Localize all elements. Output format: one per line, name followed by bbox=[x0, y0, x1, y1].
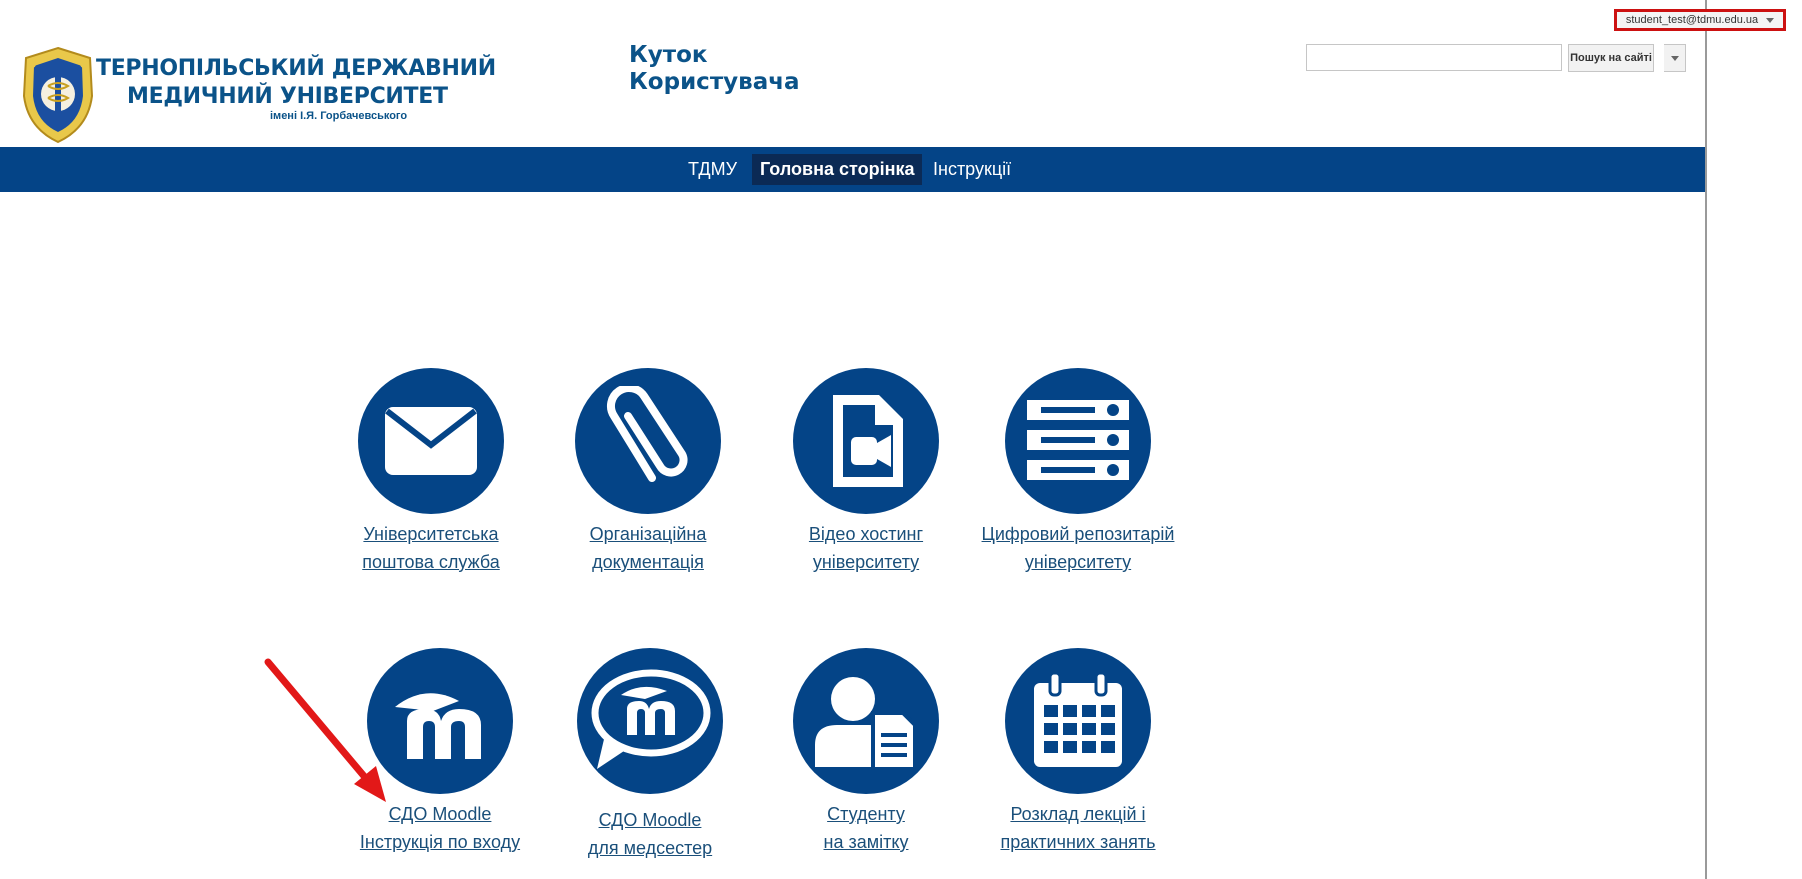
nav-item-home[interactable]: Головна сторінка bbox=[752, 154, 923, 185]
paperclip-icon[interactable] bbox=[575, 368, 721, 514]
chevron-down-icon bbox=[1670, 55, 1679, 61]
tile-moodle-nurses[interactable]: СДО Moodle для медсестер bbox=[535, 648, 765, 862]
tile-repository-link[interactable]: Цифровий репозитарій університету bbox=[963, 520, 1193, 576]
university-name-line1: ТЕРНОПІЛЬСЬКИЙ ДЕРЖАВНИЙ bbox=[96, 56, 496, 81]
tile-video-hosting[interactable]: Відео хостинг університету bbox=[751, 368, 981, 576]
page-title-line2: Користувача bbox=[629, 69, 800, 95]
university-name-line2: МЕДИЧНИЙ УНІВЕРСИТЕТ bbox=[127, 84, 448, 109]
tile-documentation-link[interactable]: Організаційна документація bbox=[533, 520, 763, 576]
chevron-down-icon bbox=[1766, 17, 1775, 23]
main-nav: ТДМУ Головна сторінка Інструкції bbox=[0, 147, 1705, 192]
right-gutter bbox=[1705, 0, 1802, 879]
tile-student-notes-link[interactable]: Студенту на замітку bbox=[751, 800, 981, 856]
search-options-dropdown[interactable] bbox=[1664, 44, 1686, 72]
tile-moodle-nurses-link[interactable]: СДО Moodle для медсестер bbox=[535, 806, 765, 862]
mail-icon[interactable] bbox=[358, 368, 504, 514]
tile-documentation[interactable]: Організаційна документація bbox=[533, 368, 763, 576]
tile-student-notes[interactable]: Студенту на замітку bbox=[751, 648, 981, 856]
page-content: ТЕРНОПІЛЬСЬКИЙ ДЕРЖАВНИЙ МЕДИЧНИЙ УНІВЕР… bbox=[0, 0, 1705, 879]
nav-item-instructions[interactable]: Інструкції bbox=[925, 154, 1019, 185]
nav-item-tdmu[interactable]: ТДМУ bbox=[680, 154, 745, 185]
account-email: student_test@tdmu.edu.ua bbox=[1625, 14, 1759, 26]
account-menu[interactable]: student_test@tdmu.edu.ua bbox=[1614, 9, 1786, 31]
university-logo[interactable] bbox=[18, 44, 98, 149]
tile-repository[interactable]: Цифровий репозитарій університету bbox=[963, 368, 1193, 576]
red-arrow-annotation bbox=[264, 658, 386, 802]
university-name-line3: імені І.Я. Горбачевського bbox=[270, 110, 408, 122]
tile-schedule-link[interactable]: Розклад лекцій і практичних занять bbox=[963, 800, 1193, 856]
calendar-icon[interactable] bbox=[1005, 648, 1151, 794]
tile-mail[interactable]: Університетська поштова служба bbox=[316, 368, 546, 576]
tile-mail-link[interactable]: Університетська поштова служба bbox=[316, 520, 546, 576]
search-button[interactable]: Пошук на сайті bbox=[1568, 44, 1654, 72]
student-document-icon[interactable] bbox=[793, 648, 939, 794]
video-file-icon[interactable] bbox=[793, 368, 939, 514]
search-input[interactable] bbox=[1306, 44, 1562, 71]
tile-schedule[interactable]: Розклад лекцій і практичних занять bbox=[963, 648, 1193, 856]
moodle-chat-icon[interactable] bbox=[577, 648, 723, 794]
page-title-line1: Куток bbox=[629, 42, 708, 68]
tile-video-hosting-link[interactable]: Відео хостинг університету bbox=[751, 520, 981, 576]
page-title: Куток Користувача bbox=[629, 42, 800, 96]
server-icon[interactable] bbox=[1005, 368, 1151, 514]
tile-moodle-link[interactable]: СДО Moodle Інструкція по входу bbox=[325, 800, 555, 856]
